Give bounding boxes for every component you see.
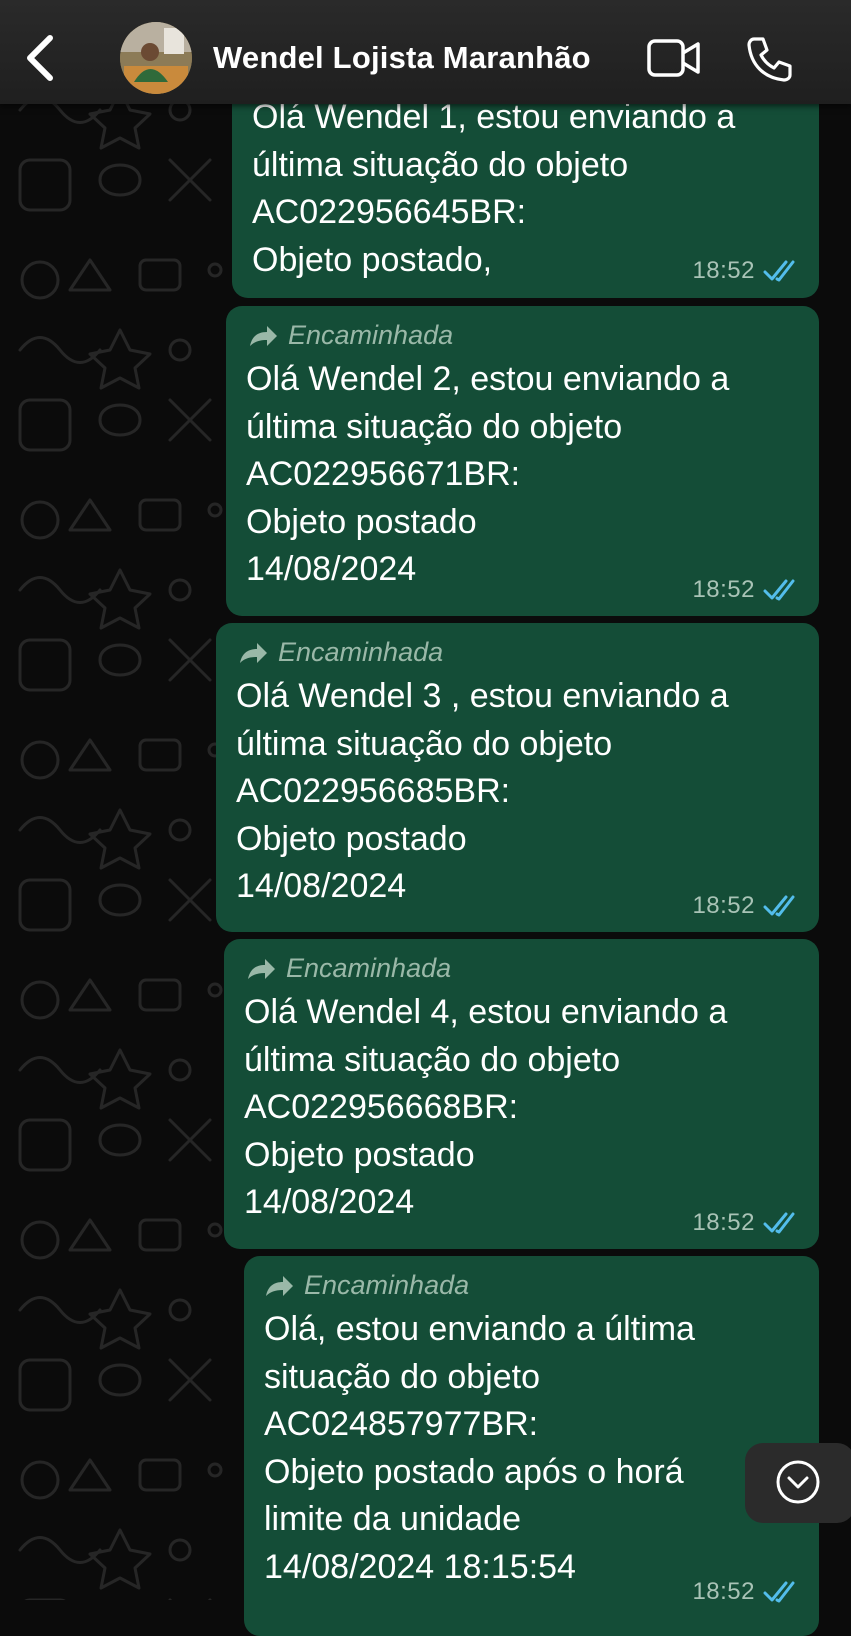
double-check-icon [763,1212,795,1234]
message-time: 18:52 [692,576,755,603]
chevron-left-icon [27,35,53,81]
forward-arrow-icon [266,1275,293,1296]
message-text: Olá Wendel 1, estou enviando a última si… [252,98,736,279]
message-bubble[interactable]: Olá Wendel 1, estou enviando a última si… [232,80,819,298]
contact-name[interactable]: Wendel Lojista Maranhão [213,40,591,76]
double-check-icon [763,579,795,601]
message-meta: 18:52 [692,1209,801,1237]
video-camera-icon [647,39,700,77]
message-text: Olá Wendel 3 , estou enviando a última s… [236,677,729,905]
double-check-icon [763,895,795,917]
forward-arrow-icon [250,325,277,346]
message-bubble[interactable]: Encaminhada Olá Wendel 4, estou enviando… [224,939,819,1249]
forwarded-label: Encaminhada [264,1270,469,1301]
forwarded-label: Encaminhada [248,320,453,351]
message-bubble[interactable]: Encaminhada Olá, estou enviando a última… [244,1256,819,1636]
message-time: 18:52 [692,1578,755,1605]
double-check-icon [763,1581,795,1603]
forward-arrow-icon [240,642,267,663]
forwarded-label: Encaminhada [246,953,451,984]
message-text: Olá Wendel 4, estou enviando a última si… [244,993,728,1221]
message-meta: 18:52 [692,576,801,604]
message-bubble[interactable]: Encaminhada Olá Wendel 2, estou enviando… [226,306,819,616]
avatar-photo [120,22,192,94]
message-time: 18:52 [692,1209,755,1236]
chevron-down-circle-icon [776,1460,820,1504]
message-text: Olá, estou enviando a última situação do… [264,1310,695,1586]
forward-arrow-icon [248,958,275,979]
message-time: 18:52 [692,892,755,919]
message-meta: 18:52 [692,1578,801,1606]
back-button[interactable] [18,30,62,86]
video-call-button[interactable] [646,36,702,80]
phone-icon [747,37,792,82]
avatar[interactable] [120,22,192,94]
double-check-icon [763,260,795,282]
message-meta: 18:52 [692,892,801,920]
message-bubble[interactable]: Encaminhada Olá Wendel 3 , estou enviand… [216,623,819,932]
message-meta: 18:52 [692,257,801,285]
message-time: 18:52 [692,257,755,284]
chat-header: Wendel Lojista Maranhão [0,0,851,104]
forwarded-label: Encaminhada [238,637,443,668]
message-text: Olá Wendel 2, estou enviando a última si… [246,360,730,588]
scroll-to-bottom-button[interactable] [745,1443,851,1523]
voice-call-button[interactable] [744,34,794,84]
